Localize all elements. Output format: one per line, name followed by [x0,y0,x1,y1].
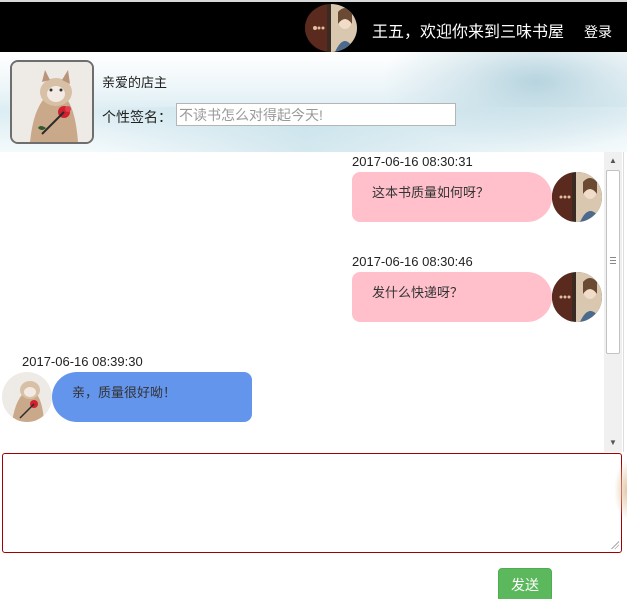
resize-handle-icon[interactable] [611,541,619,549]
shop-profile-header: 亲爱的店主 个性签名： [0,52,627,152]
shop-owner-cat-avatar-icon [10,60,94,144]
top-bar: 王五，欢迎你来到三味书屋 登录 [0,0,627,52]
signature-input[interactable] [176,103,456,126]
scroll-up-arrow-icon[interactable]: ▲ [604,154,622,168]
user-avatar-icon [552,272,602,322]
my-message-bubble: 这本书质量如何呀？ [352,172,552,222]
scrollbar-thumb[interactable] [606,170,620,354]
message-timestamp: 2017-06-16 08:30:46 [352,254,473,269]
background-art-edge [614,460,627,520]
message-timestamp: 2017-06-16 08:30:31 [352,154,473,169]
chat-message-list[interactable]: 2017-06-16 08:30:31 这本书质量如何呀？ 2017-06-16… [2,152,624,452]
signature-label: 个性签名： [102,109,172,125]
welcome-message: 王五，欢迎你来到三味书屋 [372,24,565,41]
message-timestamp: 2017-06-16 08:39:30 [22,354,143,369]
message-text: 这本书质量如何呀？ [372,185,490,200]
login-link[interactable]: 登录 [584,22,612,42]
user-avatar-icon[interactable] [305,4,357,52]
grip-icon [610,257,616,265]
shop-owner-message-bubble: 亲，质量很好呦！ [52,372,252,422]
my-message-bubble: 发什么快递呀？ [352,272,552,322]
message-input[interactable] [2,453,622,553]
shop-owner-cat-avatar-icon [2,372,52,422]
message-text: 发什么快递呀？ [372,285,464,300]
message-text: 亲，质量很好呦！ [72,385,177,400]
shop-owner-name: 亲爱的店主 [102,75,168,90]
send-button[interactable]: 发送 [498,568,552,599]
user-avatar-icon [552,172,602,222]
scroll-down-arrow-icon[interactable]: ▼ [604,436,622,450]
chat-scrollbar[interactable]: ▲ ▼ [604,152,622,452]
